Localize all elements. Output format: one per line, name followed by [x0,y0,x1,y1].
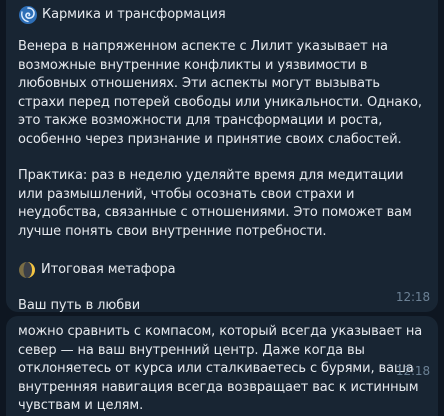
message-paragraph: Венера в напряженном аспекте с Лилит ука… [18,39,422,147]
message-paragraph: Практика: раз в неделю уделяйте время дл… [18,168,412,239]
heading-text: Кармика и трансформация [42,6,226,22]
metaphor-heading: Итоговая метафора [18,259,424,281]
message-time: 12:18 [395,290,430,304]
moon-icon [19,262,35,278]
message-time: 12:18 [395,364,430,378]
message-bubble[interactable]: можно сравнить с компасом, который всегд… [6,316,438,416]
message-paragraph: Ваш путь в любви [18,298,141,313]
cyclone-icon [19,6,37,24]
metaphor-heading-text: Итоговая метафора [41,261,176,277]
message-bubble[interactable]: Кармика и трансформация Венера в напряже… [6,0,438,313]
message-heading: Кармика и трансформация [18,4,424,26]
message-paragraph: можно сравнить с компасом, который всегд… [18,324,423,413]
